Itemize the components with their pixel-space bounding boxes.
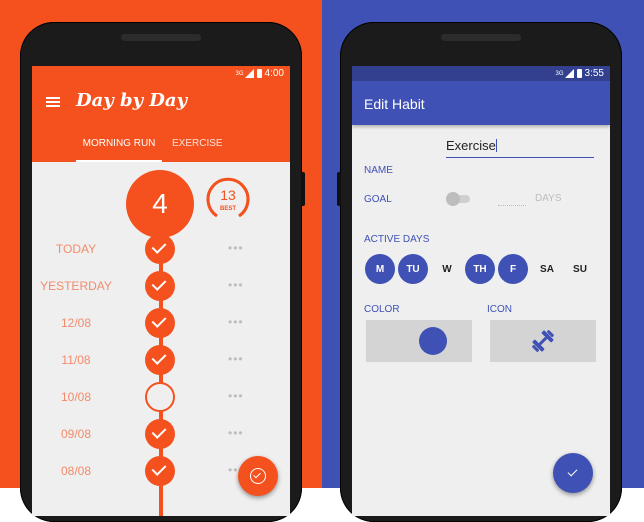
dots-icon[interactable]: ••• — [228, 315, 244, 329]
day-done-toggle[interactable] — [145, 308, 175, 338]
icon-label: ICON — [487, 304, 512, 315]
day-chip[interactable]: W — [432, 254, 462, 284]
left-phone: 3G 4:00 Day by Day MORNING RUN EXERCISE … — [20, 22, 305, 522]
check-icon — [151, 424, 167, 439]
day-chip[interactable]: SA — [532, 254, 562, 284]
active-days-label: ACTIVE DAYS — [364, 234, 430, 245]
list-item: 12/08 ••• — [32, 308, 290, 338]
list-item: TODAY ••• — [32, 234, 290, 264]
day-label: 08/08 — [60, 464, 92, 478]
day-label: 12/08 — [60, 316, 92, 330]
day-label: 09/08 — [60, 427, 92, 441]
best-streak: 13 BEST — [204, 175, 252, 223]
phone-speaker — [121, 34, 201, 41]
goal-toggle-knob[interactable] — [446, 192, 460, 206]
list-item: YESTERDAY ••• — [32, 271, 290, 301]
day-done-toggle[interactable] — [145, 345, 175, 375]
check-icon — [567, 466, 578, 477]
check-icon — [151, 461, 167, 476]
signal-icon — [244, 69, 254, 78]
list-item: 10/08 ••• — [32, 382, 290, 412]
day-chip[interactable]: TU — [398, 254, 428, 284]
check-circle-icon — [250, 468, 266, 484]
day-label: 11/08 — [61, 353, 91, 367]
dots-icon[interactable]: ••• — [228, 389, 244, 403]
right-phone: 3G 3:55 Edit Habit NAME Exercise GOAL DA… — [337, 22, 622, 522]
day-label: YESTERDAY — [40, 279, 112, 293]
day-chip[interactable]: F — [498, 254, 528, 284]
name-input[interactable]: Exercise — [446, 138, 594, 158]
name-label: NAME — [364, 165, 393, 176]
day-done-toggle[interactable] — [145, 419, 175, 449]
phone-speaker — [441, 34, 521, 41]
list-item: 09/08 ••• — [32, 419, 290, 449]
day-chip[interactable]: M — [365, 254, 395, 284]
battery-icon — [576, 69, 582, 78]
day-label: 10/08 — [60, 390, 92, 404]
status-bar: 3G 4:00 — [32, 66, 290, 81]
check-icon — [151, 276, 167, 291]
page-title: Edit Habit — [364, 96, 425, 112]
dots-icon[interactable]: ••• — [228, 278, 244, 292]
day-chip[interactable]: SU — [565, 254, 595, 284]
dumbbell-icon — [532, 330, 554, 352]
battery-icon — [256, 69, 262, 78]
app-bar: Edit Habit — [352, 81, 610, 125]
tab-exercise[interactable]: EXERCISE — [172, 138, 223, 162]
right-screen: 3G 3:55 Edit Habit NAME Exercise GOAL DA… — [352, 66, 610, 516]
network-type: 3G — [235, 70, 244, 77]
app-logo: Day by Day — [76, 90, 188, 111]
check-icon — [151, 239, 167, 254]
best-streak-label: BEST — [219, 206, 236, 212]
day-done-toggle[interactable] — [145, 456, 175, 486]
save-fab[interactable] — [553, 453, 593, 493]
selected-color-swatch — [419, 327, 447, 355]
goal-unit-label: DAYS — [535, 193, 562, 204]
dots-icon[interactable]: ••• — [228, 426, 244, 440]
check-icon — [151, 350, 167, 365]
check-icon — [151, 313, 167, 328]
day-done-toggle[interactable] — [145, 271, 175, 301]
day-label: TODAY — [55, 242, 97, 256]
status-time: 4:00 — [264, 68, 284, 79]
best-streak-value: 13 — [220, 187, 236, 203]
day-missed-toggle[interactable] — [145, 382, 175, 412]
day-chip[interactable]: TH — [465, 254, 495, 284]
dots-icon[interactable]: ••• — [228, 352, 244, 366]
left-screen: 3G 4:00 Day by Day MORNING RUN EXERCISE … — [32, 66, 290, 516]
goal-days-input[interactable] — [498, 187, 526, 206]
check-in-fab[interactable] — [238, 456, 278, 496]
network-type: 3G — [555, 70, 564, 77]
menu-icon[interactable] — [46, 97, 60, 107]
phone-side-button — [337, 172, 341, 206]
color-picker[interactable] — [366, 320, 472, 362]
phone-side-button — [301, 172, 305, 206]
status-bar: 3G 3:55 — [352, 66, 610, 81]
dots-icon[interactable]: ••• — [228, 241, 244, 255]
goal-label: GOAL — [364, 194, 392, 205]
list-item: 11/08 ••• — [32, 345, 290, 375]
current-streak: 4 — [126, 170, 194, 238]
signal-icon — [564, 69, 574, 78]
day-done-toggle[interactable] — [145, 234, 175, 264]
color-label: COLOR — [364, 304, 400, 315]
tab-morning-run[interactable]: MORNING RUN — [76, 138, 162, 162]
status-time: 3:55 — [584, 68, 604, 79]
icon-picker[interactable] — [490, 320, 596, 362]
